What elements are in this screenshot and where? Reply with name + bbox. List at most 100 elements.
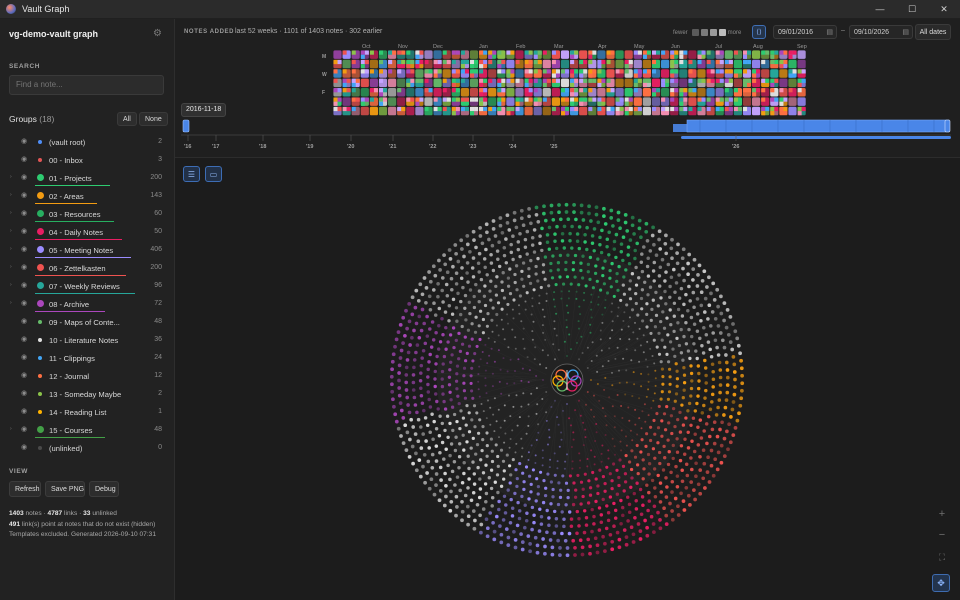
graph-node[interactable] [572, 481, 576, 485]
graph-node[interactable] [650, 478, 655, 483]
graph-node[interactable] [416, 298, 421, 303]
graph-node[interactable] [511, 429, 514, 432]
graph-node[interactable] [481, 317, 485, 322]
graph-node[interactable] [458, 488, 462, 493]
graph-node[interactable] [588, 493, 593, 497]
graph-node[interactable] [527, 424, 530, 427]
group-row[interactable]: › ◉ 06 - Zettelkasten 200 [0, 259, 174, 277]
graph-node[interactable] [556, 538, 560, 543]
graph-node[interactable] [611, 405, 614, 408]
graph-node[interactable] [725, 308, 730, 312]
graph-node[interactable] [641, 477, 645, 481]
graph-node[interactable] [479, 530, 483, 535]
graph-node[interactable] [449, 360, 453, 364]
graph-node[interactable] [558, 275, 562, 279]
graph-node[interactable] [415, 410, 419, 415]
graph-node[interactable] [611, 302, 614, 305]
graph-node[interactable] [676, 242, 680, 247]
graph-node[interactable] [687, 401, 692, 406]
graph-node[interactable] [422, 276, 427, 280]
graph-node[interactable] [726, 447, 730, 452]
graph-node[interactable] [526, 356, 529, 359]
graph-node[interactable] [584, 284, 588, 288]
graph-node[interactable] [684, 485, 689, 490]
heatmap-cell[interactable] [506, 88, 515, 97]
graph-node[interactable] [541, 270, 546, 274]
heatmap-cell[interactable] [406, 88, 415, 97]
graph-node[interactable] [545, 508, 549, 513]
graph-node[interactable] [418, 474, 423, 479]
graph-node[interactable] [408, 343, 412, 347]
graph-node[interactable] [542, 479, 546, 483]
graph-node[interactable] [451, 326, 456, 330]
graph-node[interactable] [600, 349, 603, 352]
graph-node[interactable] [722, 345, 727, 350]
graph-node[interactable] [636, 522, 641, 526]
graph-node[interactable] [440, 421, 445, 426]
graph-node[interactable] [397, 363, 402, 368]
heatmap-cell[interactable] [661, 69, 670, 78]
graph-node[interactable] [599, 250, 604, 255]
graph-node[interactable] [506, 302, 510, 306]
graph-node[interactable] [534, 264, 538, 269]
graph-node[interactable] [393, 344, 397, 349]
graph-node[interactable] [503, 441, 506, 444]
graph-node[interactable] [529, 490, 533, 494]
graph-node[interactable] [407, 410, 412, 415]
graph-node[interactable] [443, 407, 448, 411]
graph-node[interactable] [460, 509, 465, 514]
graph-node[interactable] [578, 358, 580, 361]
graph-node[interactable] [558, 217, 563, 222]
graph-node[interactable] [430, 412, 434, 417]
graph-node[interactable] [485, 324, 489, 328]
graph-node[interactable] [391, 352, 396, 357]
graph-node[interactable] [485, 454, 489, 458]
graph-node[interactable] [470, 418, 474, 422]
heatmap-cell[interactable] [788, 88, 797, 97]
graph-node[interactable] [669, 275, 674, 280]
graph-node[interactable] [567, 297, 570, 300]
graph-node[interactable] [627, 406, 630, 409]
graph-node[interactable] [469, 498, 474, 503]
graph-node[interactable] [636, 337, 639, 340]
graph-node[interactable] [654, 369, 657, 372]
graph-node[interactable] [680, 403, 684, 407]
graph-node[interactable] [711, 331, 715, 335]
graph-node[interactable] [653, 392, 656, 395]
graph-node[interactable] [398, 401, 403, 405]
graph-node[interactable] [522, 480, 526, 484]
graph-node[interactable] [541, 263, 546, 267]
graph-node[interactable] [618, 226, 622, 231]
graph-node[interactable] [477, 373, 480, 376]
graph-node[interactable] [485, 392, 488, 395]
graph-node[interactable] [457, 466, 461, 470]
heatmap-cell[interactable] [761, 88, 770, 97]
graph-node[interactable] [654, 290, 658, 295]
graph-node[interactable] [520, 277, 524, 281]
heatmap-cell[interactable] [560, 78, 570, 88]
graph-node[interactable] [622, 275, 626, 279]
graph-node[interactable] [566, 403, 568, 405]
graph-node[interactable] [499, 540, 504, 545]
heatmap-cell[interactable] [333, 50, 342, 59]
graph-node[interactable] [706, 317, 710, 321]
graph-node[interactable] [389, 374, 394, 379]
graph-node[interactable] [556, 416, 559, 419]
heatmap-cell[interactable] [597, 88, 606, 97]
graph-node[interactable] [619, 338, 622, 340]
graph-node[interactable] [465, 404, 469, 408]
graph-node[interactable] [725, 429, 729, 434]
graph-node[interactable] [512, 298, 516, 302]
graph-node[interactable] [668, 295, 672, 300]
graph-node[interactable] [422, 452, 427, 457]
graph-node[interactable] [659, 490, 664, 494]
heatmap-cell[interactable] [333, 69, 342, 78]
graph-node[interactable] [586, 501, 591, 505]
graph-node[interactable] [461, 416, 466, 420]
graph-node[interactable] [442, 457, 446, 461]
graph-node[interactable] [638, 529, 643, 533]
graph-node[interactable] [440, 377, 444, 381]
graph-node[interactable] [639, 450, 643, 454]
graph-node[interactable] [541, 500, 546, 505]
graph-node[interactable] [427, 486, 432, 491]
